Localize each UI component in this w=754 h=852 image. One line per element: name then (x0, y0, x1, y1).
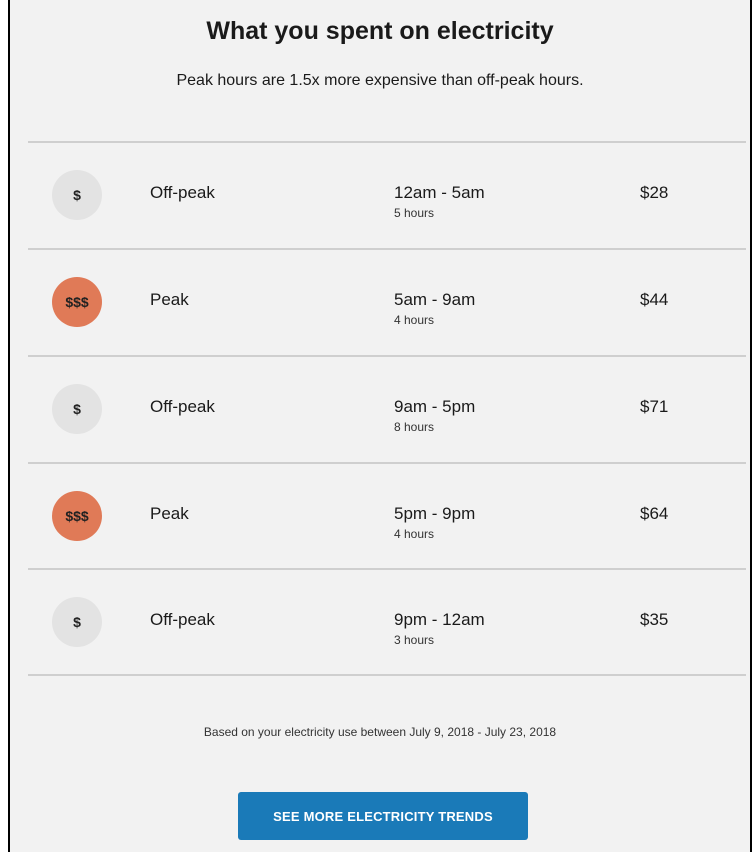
page-title: What you spent on electricity (206, 17, 554, 45)
time-range: 5am - 9am (394, 290, 476, 309)
rate-label: Off-peak (150, 397, 215, 416)
rate-label: Off-peak (150, 183, 215, 202)
date-range-note: Based on your electricity use between Ju… (203, 725, 557, 739)
amount-spent: $44 (640, 290, 669, 309)
electricity-spend-panel: What you spent on electricity Peak hours… (8, 0, 752, 852)
rate-label: Off-peak (150, 610, 215, 629)
amount-spent: $71 (640, 397, 669, 416)
hours-count: 3 hours (394, 633, 435, 647)
divider (28, 674, 746, 676)
hours-count: 4 hours (394, 313, 435, 327)
time-range: 9am - 5pm (394, 397, 476, 416)
amount-spent: $35 (640, 610, 669, 629)
see-more-trends-button[interactable]: SEE MORE ELECTRICITY TRENDS (238, 792, 528, 840)
time-range: 5pm - 9pm (394, 504, 476, 523)
usage-row-peak-1: $$$ Peak 5am - 9am 4 hours $44 (28, 249, 746, 355)
amount-spent: $64 (640, 504, 669, 523)
usage-row-offpeak-3: $ Off-peak 9pm - 12am 3 hours $35 (28, 569, 746, 675)
usage-row-offpeak-2: $ Off-peak 9am - 5pm 8 hours $71 (28, 356, 746, 462)
dollar-offpeak-icon: $ (52, 384, 102, 434)
time-range: 12am - 5am (394, 183, 485, 202)
dollar-offpeak-icon: $ (52, 170, 102, 220)
dollar-peak-icon: $$$ (52, 277, 102, 327)
rate-label: Peak (150, 290, 189, 309)
usage-row-peak-2: $$$ Peak 5pm - 9pm 4 hours $64 (28, 463, 746, 569)
hours-count: 4 hours (394, 527, 435, 541)
rate-label: Peak (150, 504, 189, 523)
hours-count: 5 hours (394, 206, 435, 220)
usage-row-offpeak-1: $ Off-peak 12am - 5am 5 hours $28 (28, 142, 746, 248)
dollar-peak-icon: $$$ (52, 491, 102, 541)
time-range: 9pm - 12am (394, 610, 485, 629)
hours-count: 8 hours (394, 420, 435, 434)
amount-spent: $28 (640, 183, 669, 202)
page-subtitle: Peak hours are 1.5x more expensive than … (176, 72, 584, 89)
dollar-offpeak-icon: $ (52, 597, 102, 647)
